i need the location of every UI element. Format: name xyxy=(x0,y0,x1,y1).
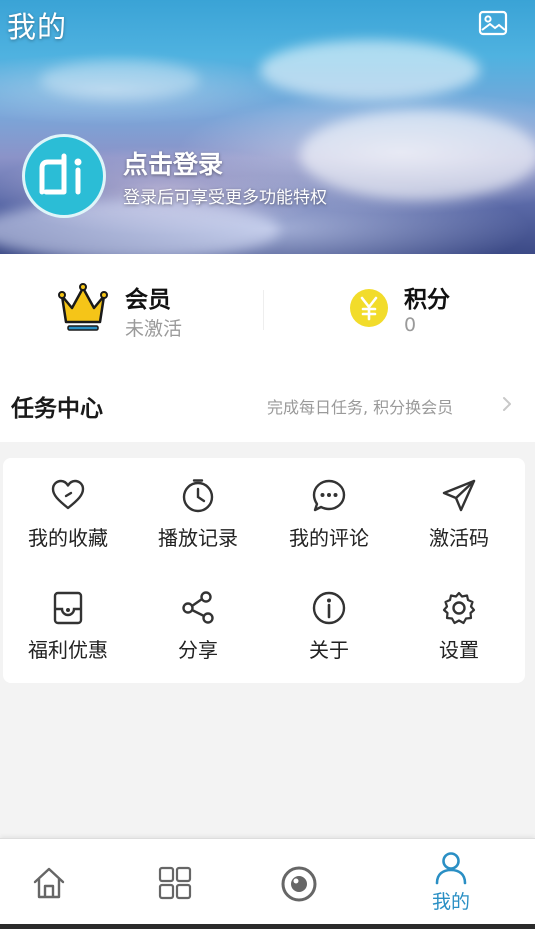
tab-discover[interactable] xyxy=(232,839,366,928)
settings-icon xyxy=(442,591,476,625)
grid-item-share[interactable]: 分享 xyxy=(133,570,263,670)
heart-icon xyxy=(51,479,85,510)
profile-banner xyxy=(0,0,535,254)
page-title: 我的 xyxy=(7,10,68,44)
grid-label: 福利优惠 xyxy=(28,638,108,662)
share-icon xyxy=(182,591,214,624)
cloud-decoration xyxy=(300,110,535,200)
grid-item-favorites[interactable]: 我的收藏 xyxy=(3,458,133,558)
grid-item-settings[interactable]: 设置 xyxy=(394,570,524,670)
cloud-decoration xyxy=(260,40,480,100)
send-icon xyxy=(442,479,476,512)
points-value: 0 xyxy=(404,314,417,336)
grid-label: 关于 xyxy=(309,638,349,662)
points-stat[interactable]: 积分 0 xyxy=(349,287,499,348)
chevron-right-icon xyxy=(503,397,511,411)
grid-item-benefits[interactable]: 福利优惠 xyxy=(3,570,133,670)
discover-icon xyxy=(281,866,317,902)
grid-item-history[interactable]: 播放记录 xyxy=(133,458,263,558)
tab-home[interactable] xyxy=(0,839,116,928)
grid-label: 分享 xyxy=(178,638,218,662)
grid-label: 我的收藏 xyxy=(28,526,108,550)
grid-label: 设置 xyxy=(439,638,479,662)
profile-icon xyxy=(435,852,467,885)
vip-stat[interactable]: 会员 未激活 xyxy=(58,278,238,340)
clock-icon xyxy=(182,479,214,513)
task-center-hint: 完成每日任务, 积分换会员 xyxy=(267,398,454,417)
gallery-icon xyxy=(478,10,508,36)
vip-status: 未激活 xyxy=(125,318,183,340)
stats-divider xyxy=(263,290,264,330)
category-grid-icon xyxy=(158,866,192,900)
grid-item-activation-code[interactable]: 激活码 xyxy=(394,458,524,558)
points-title: 积分 xyxy=(404,287,450,313)
yuan-coin-icon xyxy=(350,289,388,327)
login-title[interactable]: 点击登录 xyxy=(123,145,223,181)
tab-categories[interactable] xyxy=(108,839,242,928)
info-icon xyxy=(312,591,346,625)
chat-bubble-icon xyxy=(312,479,346,512)
vip-title: 会员 xyxy=(125,287,171,313)
tab-profile[interactable]: 我的 xyxy=(384,839,518,928)
crown-icon xyxy=(58,283,108,331)
feature-grid: 我的收藏 播放记录 我的评论 激活码 福利优惠 分享 关于 设置 xyxy=(3,458,525,683)
login-subtitle: 登录后可享受更多功能特权 xyxy=(123,188,327,208)
avatar[interactable] xyxy=(22,134,106,218)
grid-label: 激活码 xyxy=(429,526,489,550)
coupon-icon xyxy=(53,591,83,625)
bottom-nav: 我的 xyxy=(0,838,535,929)
grid-item-about[interactable]: 关于 xyxy=(264,570,394,670)
home-icon xyxy=(33,867,65,899)
system-bar-edge xyxy=(0,924,535,929)
grid-item-comments[interactable]: 我的评论 xyxy=(264,458,394,558)
app-logo-icon xyxy=(39,153,82,195)
grid-label: 我的评论 xyxy=(289,526,369,550)
gallery-button[interactable] xyxy=(477,9,509,37)
grid-label: 播放记录 xyxy=(158,526,238,550)
tab-profile-label: 我的 xyxy=(431,891,470,913)
task-center-title: 任务中心 xyxy=(11,396,103,422)
cloud-decoration xyxy=(40,60,200,100)
